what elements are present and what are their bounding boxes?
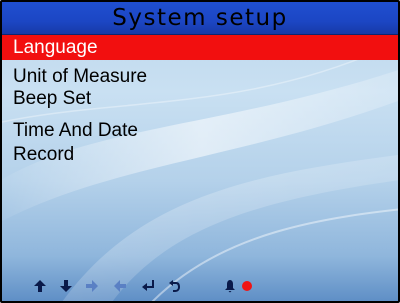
menu-item-time-and-date[interactable]: Time And Date <box>2 118 398 143</box>
enter-icon[interactable] <box>139 277 157 295</box>
menu-item-label: Unit of Measure <box>13 66 148 87</box>
menu-item-label: Language <box>13 37 98 58</box>
device-screen: System setup Language Unit of Measure Be… <box>0 0 400 303</box>
arrow-up-icon[interactable] <box>31 277 49 295</box>
status-bar <box>2 271 398 301</box>
back-icon[interactable] <box>165 277 183 295</box>
arrow-down-icon[interactable] <box>57 277 75 295</box>
page-title: System setup <box>112 4 288 31</box>
menu-item-label: Time And Date <box>13 120 138 141</box>
menu-item-beep-set[interactable]: Beep Set <box>2 86 398 111</box>
bell-icon <box>221 277 239 295</box>
arrow-left-icon <box>111 277 129 295</box>
menu-item-record[interactable]: Record <box>2 142 398 167</box>
menu-item-language[interactable]: Language <box>2 35 398 60</box>
menu-item-label: Beep Set <box>13 88 92 109</box>
title-bar: System setup <box>2 2 398 35</box>
menu-item-label: Record <box>13 144 75 165</box>
arrow-right-icon <box>83 277 101 295</box>
record-dot-icon <box>238 277 256 295</box>
